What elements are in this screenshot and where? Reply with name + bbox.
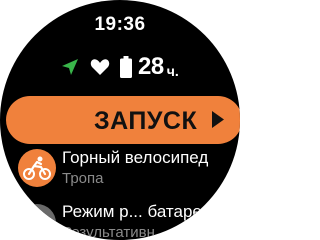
start-button-label: ЗАПУСК	[94, 107, 198, 135]
battery-unit: ч.	[166, 62, 179, 79]
battery-mode-subtitle: Результативн	[62, 224, 155, 240]
activity-title: Горный велосипед	[62, 148, 209, 167]
gps-arrow-icon	[62, 59, 78, 75]
play-icon	[212, 111, 224, 128]
battery-icon	[120, 56, 132, 78]
battery-hours: 28	[138, 53, 164, 80]
mountain-bike-icon	[18, 149, 56, 187]
start-button[interactable]: ЗАПУСК	[6, 96, 240, 144]
battery-mode-title: Режим р... батаре	[62, 202, 202, 221]
clock-time: 19:36	[94, 14, 146, 35]
status-row: 28 ч.	[60, 52, 179, 82]
watch-screen: 19:36 28 ч. ЗАПУСК Горный велосипед Троп…	[0, 0, 240, 240]
heart-icon	[90, 59, 110, 75]
activity-subtitle: Тропа	[62, 170, 104, 187]
battery-mode-icon	[18, 204, 56, 240]
activity-item-battery-mode[interactable]: Режим р... батаре Результативн	[0, 196, 240, 240]
activity-item-mountain-bike[interactable]: Горный велосипед Тропа	[0, 144, 240, 190]
